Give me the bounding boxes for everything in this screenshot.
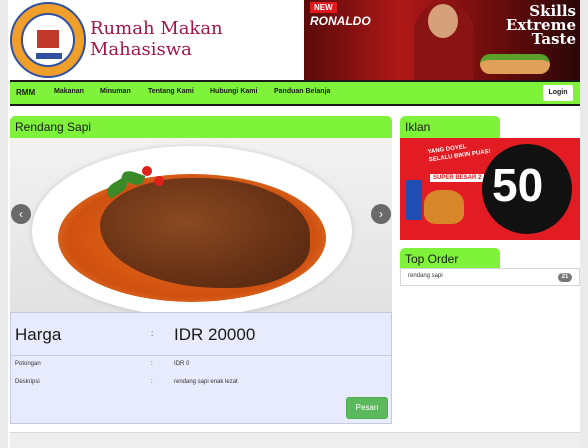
banner-ad[interactable]: NEW RONALDO Skills Extreme Taste: [304, 0, 580, 80]
logo-inner: [21, 13, 75, 67]
nav-item-minuman[interactable]: Minuman: [100, 88, 131, 95]
ad-brand: RONALDO: [310, 14, 371, 28]
price-value: IDR 20000: [174, 325, 256, 344]
nav-item-hubungi-kami[interactable]: Hubungi Kami: [210, 88, 257, 95]
fried-chicken-image: [424, 190, 464, 224]
top-order-count-badge: 21: [558, 273, 572, 282]
tomato-garnish: [154, 176, 164, 186]
product-carousel[interactable]: ‹ ›: [10, 138, 392, 312]
sidebar-ad[interactable]: YANG DOYEL SELALU BIKIN PUAS! SUPER BESA…: [400, 138, 580, 240]
order-button[interactable]: Pesan: [346, 397, 388, 419]
site-header: Rumah Makan Mahasiswa NEW RONALDO Skills…: [8, 0, 580, 80]
nav-item-tentang-kami[interactable]: Tentang Kami: [148, 88, 194, 95]
site-title-line1: Rumah Makan: [90, 18, 223, 39]
product-panel: Rendang Sapi ‹ › Harga : IDR 20000 Poton…: [10, 116, 392, 426]
discount-separator: :: [151, 361, 153, 367]
price-label: Harga: [15, 325, 62, 344]
product-details: Harga : IDR 20000 Potongan : IDR 0 Deskr…: [10, 312, 392, 424]
tomato-garnish: [142, 166, 152, 176]
top-order-list: rendang sapi 21: [400, 268, 580, 286]
divider: [11, 355, 391, 356]
product-heading: Rendang Sapi: [10, 116, 392, 138]
footer: [10, 432, 580, 448]
site-title[interactable]: Rumah Makan Mahasiswa: [90, 18, 223, 60]
logo-building: [37, 30, 59, 48]
ad-new-tag: NEW: [310, 2, 337, 13]
top-order-name: rendang sapi: [408, 273, 443, 279]
ad-big-number: 50: [492, 159, 544, 211]
university-logo-icon[interactable]: [10, 2, 86, 78]
ad-caption: YANG DOYEL SELALU BIKIN PUAS!: [427, 144, 492, 164]
ad-burger-image: [480, 54, 550, 74]
discount-label: Potongan: [15, 361, 41, 367]
ad-person-head: [428, 4, 458, 38]
chevron-left-icon[interactable]: ‹: [11, 204, 31, 224]
site-title-line2: Mahasiswa: [90, 39, 192, 60]
description-label: Deskripsi: [15, 379, 40, 385]
nav-brand[interactable]: RMM: [16, 88, 35, 97]
description-separator: :: [151, 379, 153, 385]
logo-ribbon: [36, 53, 62, 59]
chevron-right-icon[interactable]: ›: [371, 204, 391, 224]
page: Rumah Makan Mahasiswa NEW RONALDO Skills…: [8, 0, 580, 448]
main-navbar: RMM Makanan Minuman Tentang Kami Hubungi…: [10, 80, 580, 106]
ad-headline: Skills Extreme Taste: [505, 2, 576, 48]
nav-item-makanan[interactable]: Makanan: [54, 88, 84, 95]
description-value: rendang sapi enak lezat: [174, 379, 238, 385]
top-order-heading: Top Order: [400, 248, 500, 270]
ad-sub: SUPER BESAR 2: [430, 174, 485, 182]
drink-cup-image: [406, 180, 422, 220]
iklan-heading: Iklan: [400, 116, 500, 138]
discount-value: IDR 0: [174, 361, 190, 367]
login-button[interactable]: Login: [543, 85, 573, 101]
price-separator: :: [151, 329, 154, 338]
nav-item-panduan-belanja[interactable]: Panduan Belanja: [274, 88, 330, 95]
